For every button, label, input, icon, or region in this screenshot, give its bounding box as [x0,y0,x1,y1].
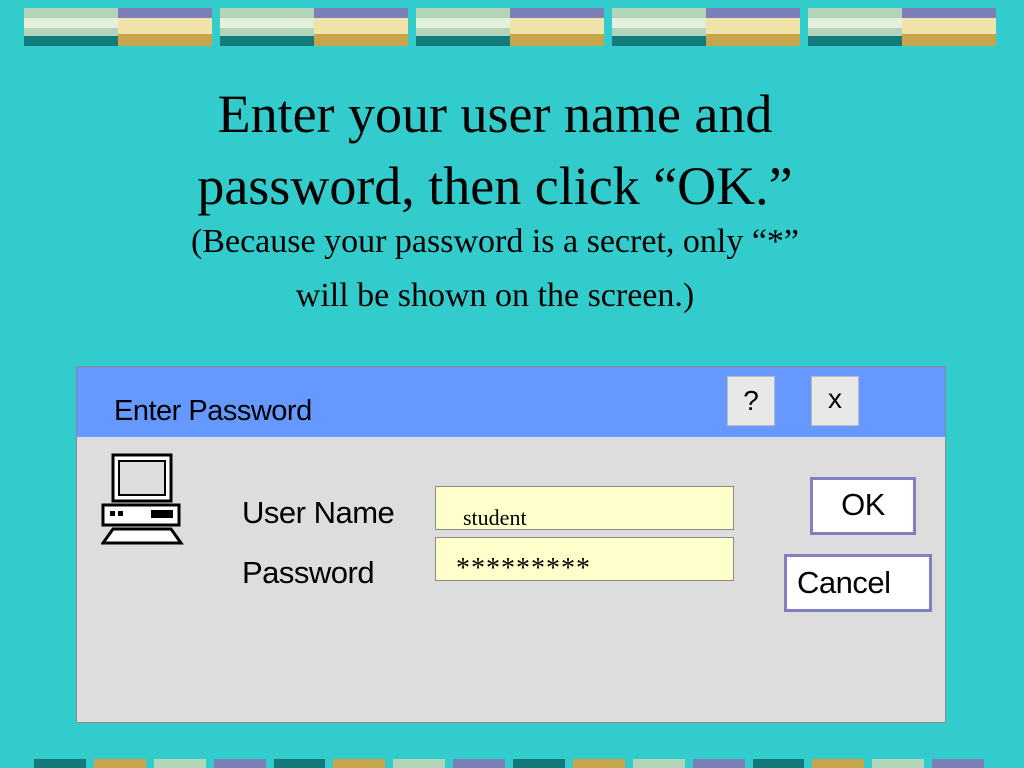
password-dialog: Enter Password ? x User Name student Pas… [76,366,946,723]
instruction-line-1: Enter your user name and [217,84,773,144]
banner-segment [213,759,266,768]
password-field[interactable]: ********* [435,537,734,584]
banner-block [808,8,996,46]
banner-segment [572,759,625,768]
close-button[interactable]: x [811,376,859,426]
computer-icon [101,453,184,545]
username-field[interactable]: student [435,486,734,530]
banner-block [612,8,800,46]
top-decorative-banner [24,8,1002,46]
instruction-note-line-1: (Because your password is a secret, only… [190,223,799,260]
banner-segment [453,759,505,768]
banner-block [24,8,212,46]
instructions-heading: Enter your user name and password, then … [100,76,890,320]
username-label: User Name [242,495,395,530]
banner-segment [273,759,326,768]
banner-segment [872,759,925,768]
banner-segment [692,759,745,768]
cancel-button[interactable]: Cancel [784,554,932,612]
instruction-note-line-2: will be shown on the screen.) [295,277,695,314]
ok-button[interactable]: OK [810,477,916,535]
help-button[interactable]: ? [727,376,775,426]
banner-segment [513,759,565,768]
banner-segment [632,759,685,768]
banner-block [416,8,604,46]
banner-segment [393,759,446,768]
banner-segment [812,759,865,768]
dialog-title: Enter Password [114,395,312,427]
banner-segment [153,759,206,768]
banner-segment [752,759,805,768]
instruction-line-2: password, then click “OK.” [197,156,793,216]
banner-segment [34,759,86,768]
banner-segment [333,759,386,768]
bottom-decorative-banner [34,759,984,768]
banner-segment [932,759,984,768]
dialog-titlebar: Enter Password ? x [77,367,945,437]
banner-segment [93,759,146,768]
password-label: Password [242,555,375,590]
banner-block [220,8,408,46]
